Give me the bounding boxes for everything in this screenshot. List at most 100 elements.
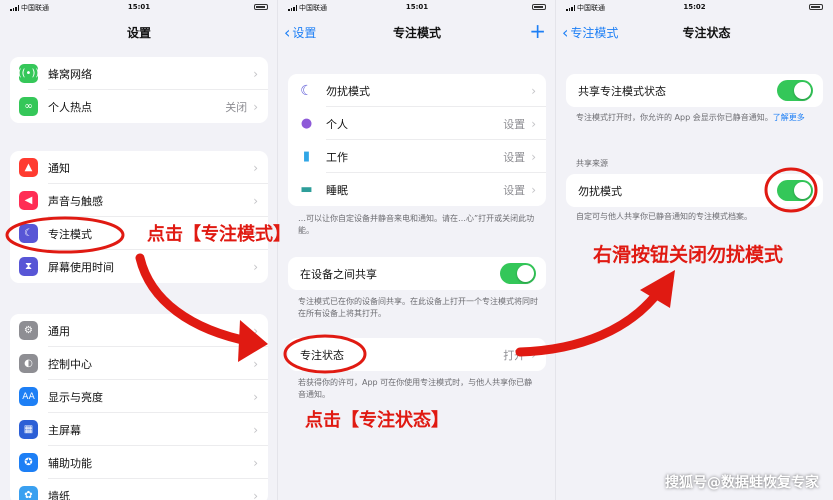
focus-status-label: 专注状态 xyxy=(300,348,344,362)
notifications-group: ▲ 通知 › ◀ 声音与触感 › ☾ 专注模式 › ⧗ 屏幕使用时间 › xyxy=(10,151,268,283)
focus-status-group: 专注状态 打开 › xyxy=(288,338,546,371)
chevron-right-icon: › xyxy=(253,193,258,208)
share-status-label: 共享专注模式状态 xyxy=(578,84,666,98)
focus-mode-label: 勿扰模式 xyxy=(326,84,370,98)
dnd-share-note: 自定可与他人共享你已静音通知的专注模式档案。 xyxy=(576,212,752,221)
chevron-right-icon: › xyxy=(253,356,258,371)
focus-mode-personal[interactable]: ● 个人 设置 › xyxy=(288,107,546,140)
battery-icon xyxy=(809,4,823,10)
settings-item-cellular[interactable]: ((•)) 蜂窝网络 › xyxy=(10,57,268,90)
annotation-tap-focus-status: 点击【专注状态】 xyxy=(305,410,449,431)
focus-status-value: 打开 xyxy=(503,348,526,362)
bell-icon: ▲ xyxy=(19,158,38,177)
page-title: 专注状态 xyxy=(682,26,731,40)
add-button[interactable]: + xyxy=(529,19,546,43)
settings-item-label: 显示与亮度 xyxy=(48,390,103,404)
bed-icon: ▬ xyxy=(297,180,316,199)
person-icon: ● xyxy=(297,114,316,133)
dnd-share-row: 勿扰模式 xyxy=(566,174,823,207)
share-status-note-text: 专注模式打开时，你允许的 App 会显示你已静音通知。 xyxy=(576,113,773,122)
status-bar: 中国联通 15:01 xyxy=(0,0,278,14)
focus-modes-group: ☾ 勿扰模式 › ● 个人 设置 › ▮ 工作 设置 › ▬ 睡眠 设置 › xyxy=(288,74,546,206)
chevron-right-icon: › xyxy=(253,160,258,175)
focus-mode-value: 设置 xyxy=(503,150,526,164)
settings-item-hotspot[interactable]: ∞ 个人热点 关闭 › xyxy=(10,90,268,123)
settings-item-label: 通知 xyxy=(48,161,70,175)
share-status-toggle[interactable] xyxy=(777,80,813,101)
aa-icon: AA xyxy=(19,387,38,406)
focus-modes-note: …可以让你自定设备并静音来电和通知。请在…心”打开或关闭此功能。 xyxy=(298,214,535,235)
network-group: ((•)) 蜂窝网络 › ∞ 个人热点 关闭 › xyxy=(10,57,268,123)
focus-mode-label: 工作 xyxy=(326,150,348,164)
chevron-right-icon: › xyxy=(531,83,536,98)
settings-item-label: 主屏幕 xyxy=(48,423,81,437)
battery-icon xyxy=(254,4,268,10)
clock: 15:01 xyxy=(127,3,151,11)
chevron-right-icon: › xyxy=(253,66,258,81)
settings-item-label: 墙纸 xyxy=(48,489,70,500)
focus-mode-value: 设置 xyxy=(503,183,526,197)
settings-item-label: 个人热点 xyxy=(48,100,92,114)
share-across-devices-group: 在设备之间共享 xyxy=(288,257,546,290)
annotation-swipe-toggle: 右滑按钮关闭勿扰模式 xyxy=(593,244,784,266)
focus-mode-label: 个人 xyxy=(326,117,348,131)
focus-mode-work[interactable]: ▮ 工作 设置 › xyxy=(288,140,546,173)
accessibility-icon: ✪ xyxy=(19,453,38,472)
hourglass-icon: ⧗ xyxy=(19,257,38,276)
hotspot-icon: ∞ xyxy=(19,97,38,116)
settings-item-general[interactable]: ⚙ 通用 › xyxy=(10,314,268,347)
nav-bar: ‹ 专注模式 专注状态 xyxy=(556,20,833,44)
share-status-row: 共享专注模式状态 xyxy=(566,74,823,107)
focus-mode-sleep[interactable]: ▬ 睡眠 设置 › xyxy=(288,173,546,206)
annotation-tap-focus: 点击【专注模式】 xyxy=(147,224,291,245)
battery-icon xyxy=(532,4,546,10)
chevron-right-icon: › xyxy=(253,389,258,404)
general-group: ⚙ 通用 › ◐ 控制中心 › AA 显示与亮度 › ▦ 主屏幕 › ✪ 辅助功… xyxy=(10,314,268,500)
moon-icon: ☾ xyxy=(297,81,316,100)
learn-more-link[interactable]: 了解更多 xyxy=(773,113,805,122)
chevron-right-icon: › xyxy=(253,99,258,114)
settings-item-label: 屏幕使用时间 xyxy=(48,260,114,274)
status-bar: 中国联通 15:01 xyxy=(278,0,556,14)
gear-icon: ⚙ xyxy=(19,321,38,340)
settings-item-label: 声音与触感 xyxy=(48,194,103,208)
settings-item-sounds[interactable]: ◀ 声音与触感 › xyxy=(10,184,268,217)
switches-icon: ◐ xyxy=(19,354,38,373)
speaker-icon: ◀ xyxy=(19,191,38,210)
section-header: 共享来源 xyxy=(576,159,608,168)
dnd-share-toggle[interactable] xyxy=(777,180,813,201)
moon-icon: ☾ xyxy=(19,224,38,243)
wallpaper-icon: ✿ xyxy=(19,486,38,500)
share-across-devices-row: 在设备之间共享 xyxy=(288,257,546,290)
settings-item-screen-time[interactable]: ⧗ 屏幕使用时间 › xyxy=(10,250,268,283)
watermark: 搜狐号@数据蛙恢复专家 xyxy=(665,475,819,491)
share-from-group: 勿扰模式 xyxy=(566,174,823,207)
clock: 15:01 xyxy=(405,3,429,11)
share-across-devices-toggle[interactable] xyxy=(500,263,536,284)
focus-status-row[interactable]: 专注状态 打开 › xyxy=(288,338,546,371)
badge-icon: ▮ xyxy=(297,147,316,166)
chevron-right-icon: › xyxy=(253,455,258,470)
cellular-icon: ((•)) xyxy=(18,64,39,83)
share-across-devices-label: 在设备之间共享 xyxy=(300,267,377,281)
settings-item-wallpaper[interactable]: ✿ 墙纸 › xyxy=(10,479,268,500)
nav-bar: ‹ 设置 专注模式 + xyxy=(278,19,556,44)
chevron-right-icon: › xyxy=(253,259,258,274)
chevron-right-icon: › xyxy=(531,149,536,164)
settings-item-home-screen[interactable]: ▦ 主屏幕 › xyxy=(10,413,268,446)
settings-item-label: 控制中心 xyxy=(48,357,92,371)
settings-item-label: 通用 xyxy=(48,324,70,338)
chevron-right-icon: › xyxy=(531,347,536,362)
focus-mode-value: 设置 xyxy=(503,117,526,131)
settings-item-accessibility[interactable]: ✪ 辅助功能 › xyxy=(10,446,268,479)
settings-item-label: 辅助功能 xyxy=(48,456,92,470)
share-status-group: 共享专注模式状态 xyxy=(566,74,823,107)
share-status-note: 专注模式打开时，你允许的 App 会显示你已静音通知。了解更多 xyxy=(576,112,814,124)
settings-item-label: 蜂窝网络 xyxy=(48,67,92,81)
settings-item-control-center[interactable]: ◐ 控制中心 › xyxy=(10,347,268,380)
settings-item-notifications[interactable]: ▲ 通知 › xyxy=(10,151,268,184)
share-note: 专注模式已在你的设备间共享。在此设备上打开一个专注模式将同时在所有设备上将其打开… xyxy=(298,297,538,318)
chevron-right-icon: › xyxy=(253,422,258,437)
focus-mode-dnd[interactable]: ☾ 勿扰模式 › xyxy=(288,74,546,107)
settings-item-display[interactable]: AA 显示与亮度 › xyxy=(10,380,268,413)
